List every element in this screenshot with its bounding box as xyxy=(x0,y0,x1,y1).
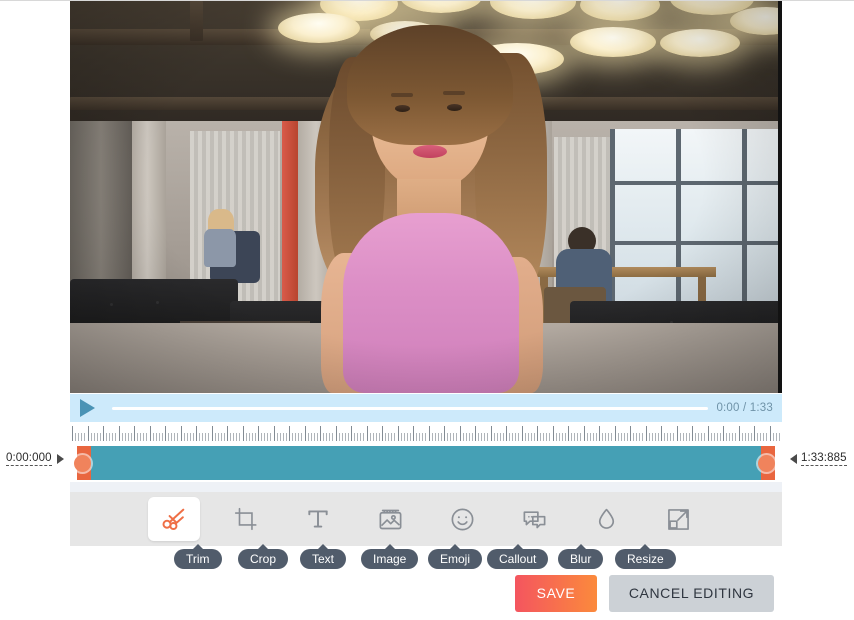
tool-trim[interactable] xyxy=(148,497,200,541)
trim-handle-end-knob[interactable] xyxy=(758,455,775,472)
tooltip-resize: Resize xyxy=(615,549,676,569)
play-button[interactable] xyxy=(70,394,104,422)
end-timestamp-arrow-icon xyxy=(790,454,797,464)
action-bar: SAVE CANCEL EDITING xyxy=(0,573,854,613)
tool-text[interactable] xyxy=(292,497,344,541)
tool-image[interactable] xyxy=(364,497,416,541)
resize-arrow-icon xyxy=(665,506,692,533)
tool-resize[interactable] xyxy=(652,497,704,541)
tool-emoji[interactable] xyxy=(436,497,488,541)
tooltip-crop: Crop xyxy=(238,549,289,569)
ruler-ticks xyxy=(70,424,782,444)
crop-icon xyxy=(233,506,259,532)
save-button[interactable]: SAVE xyxy=(515,574,597,612)
tooltip-blur: Blur xyxy=(558,549,604,569)
video-frame-content xyxy=(70,1,782,393)
tooltip-text: Text xyxy=(300,549,347,569)
tool-crop[interactable] xyxy=(220,497,272,541)
tooltip-emoji: Emoji xyxy=(428,549,483,569)
speech-bubble-icon xyxy=(521,506,548,533)
video-player-controls: 0:00 / 1:33 xyxy=(70,394,782,422)
timeline-ruler xyxy=(70,424,782,444)
tool-tooltips: Trim Crop Text Image Emoji Callout Blur … xyxy=(70,549,782,571)
tool-callout[interactable] xyxy=(508,497,560,541)
video-preview[interactable] xyxy=(70,1,782,393)
video-editor-app: 0:00 / 1:33 0:00:000 1:33:885 Trim Crop … xyxy=(0,0,854,620)
video-clip[interactable] xyxy=(77,446,775,480)
tool-blur[interactable] xyxy=(580,497,632,541)
smiley-icon xyxy=(449,506,476,533)
start-timestamp-arrow-icon xyxy=(57,454,64,464)
video-clip-body[interactable] xyxy=(91,446,761,480)
image-icon xyxy=(377,506,404,533)
trim-handle-start-knob[interactable] xyxy=(74,455,91,472)
editing-toolbar xyxy=(70,492,782,546)
tooltip-image: Image xyxy=(361,549,419,569)
trim-handle-end[interactable] xyxy=(758,446,775,480)
scissors-icon xyxy=(160,505,188,533)
end-timestamp[interactable]: 1:33:885 xyxy=(801,452,847,466)
tooltip-trim: Trim xyxy=(174,549,222,569)
time-display: 0:00 / 1:33 xyxy=(716,402,773,414)
trim-track[interactable] xyxy=(70,444,782,482)
start-timestamp[interactable]: 0:00:000 xyxy=(6,452,52,466)
seek-track[interactable] xyxy=(112,406,709,410)
trim-handle-start[interactable] xyxy=(74,446,91,480)
toolbar-top-strip xyxy=(70,482,782,492)
droplet-icon xyxy=(593,506,620,533)
vignette-overlay xyxy=(70,1,782,393)
text-t-icon xyxy=(305,506,331,532)
video-right-edge xyxy=(778,1,782,393)
seek-bar[interactable] xyxy=(104,406,716,410)
play-triangle-icon xyxy=(79,399,95,417)
cancel-editing-button[interactable]: CANCEL EDITING xyxy=(609,574,774,612)
tooltip-callout: Callout xyxy=(487,549,549,569)
